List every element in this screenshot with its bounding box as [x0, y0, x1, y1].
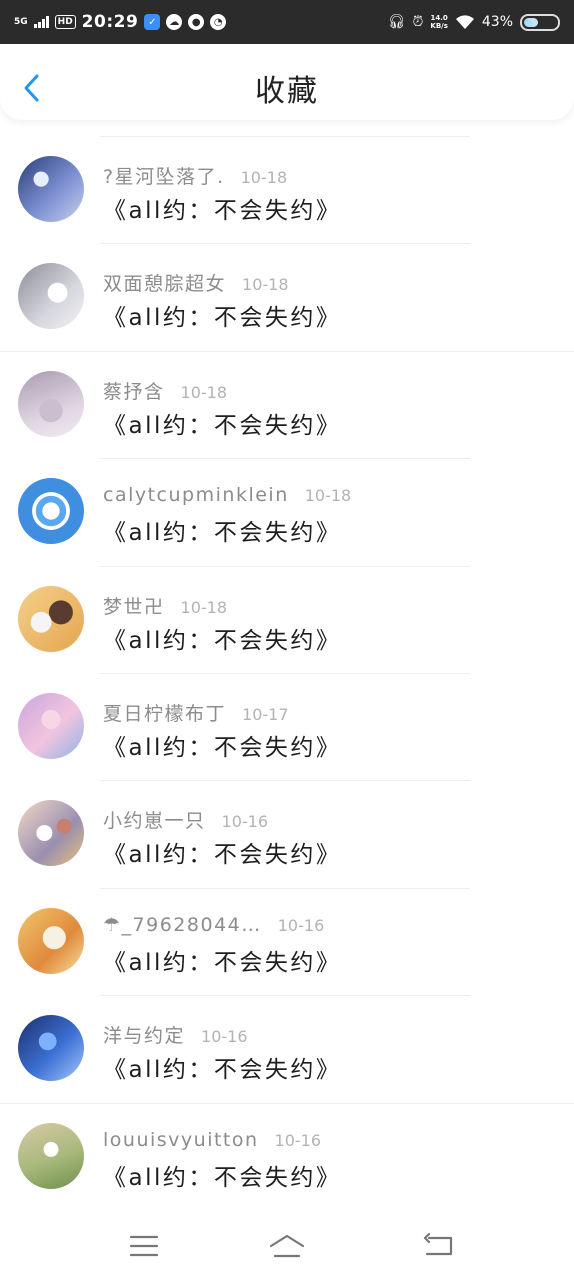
post-date: 10-16 — [274, 1130, 322, 1150]
divider — [0, 350, 574, 352]
avatar[interactable] — [18, 370, 84, 437]
list-item[interactable]: 夏日柠檬布丁 10-17 《all约：不会失约》 — [0, 672, 574, 780]
status-bar: 5G HD 20:29 ✓ ☁ ● ◔ 🎧︎ ⏰︎ 14.0 KB/s 43% — [0, 0, 574, 44]
avatar[interactable] — [18, 1122, 84, 1189]
battery-icon — [520, 13, 560, 31]
favorite-title[interactable]: 《all约：不会失约》 — [103, 298, 341, 332]
item-meta: 蔡抒含 10-18 — [103, 377, 227, 404]
wifi-icon — [455, 15, 474, 29]
speed-value: 14.0 — [430, 14, 448, 22]
list-item[interactable]: 洋与约定 10-16 《all约：不会失约》 — [0, 995, 574, 1102]
post-date: 10-18 — [180, 382, 228, 402]
item-meta: ☂_79628044… 10-16 — [103, 914, 324, 936]
username[interactable]: calytcupminklein — [103, 484, 289, 506]
post-date: 10-16 — [221, 812, 269, 832]
username[interactable]: 蔡抒含 — [103, 377, 165, 404]
divider — [100, 672, 470, 674]
favorite-title[interactable]: 《all约：不会失约》 — [103, 191, 341, 225]
post-date: 10-18 — [304, 486, 352, 506]
list-item[interactable]: louuisvyuitton 10-16 《all约：不会失约》 — [0, 1102, 574, 1210]
item-meta: louuisvyuitton 10-16 — [103, 1129, 321, 1151]
headphones-icon: 🎧︎ — [387, 14, 406, 30]
avatar[interactable] — [18, 263, 84, 330]
battery-fill — [524, 17, 538, 27]
cloud-icon: ☁ — [166, 14, 183, 30]
favorite-title[interactable]: 《all约：不会失约》 — [103, 728, 341, 762]
avatar[interactable] — [18, 156, 84, 222]
item-meta: 夏日柠檬布丁 10-17 — [103, 699, 289, 726]
item-meta: 小约崽一只 10-16 — [103, 806, 268, 833]
post-date: 10-18 — [240, 168, 288, 187]
hd-badge: HD — [54, 15, 76, 29]
battery-percent: 43% — [481, 14, 513, 30]
post-date: 10-18 — [242, 275, 289, 295]
divider — [100, 458, 470, 460]
home-icon — [269, 1234, 305, 1258]
network-type-label: 5G — [14, 16, 28, 27]
avatar[interactable] — [18, 585, 84, 652]
item-meta: 洋与约定 10-16 — [103, 1021, 248, 1048]
list-item[interactable]: ☂_79628044… 10-16 《all约：不会失约》 — [0, 887, 574, 995]
list-item[interactable]: 双面憩腙超女 10-18 《all约：不会失约》 — [0, 243, 574, 350]
avatar[interactable] — [18, 692, 84, 759]
list-item[interactable]: 蔡抒含 10-18 《all约：不会失约》 — [0, 350, 574, 458]
clock: 20:29 — [81, 12, 139, 32]
divider — [100, 780, 470, 782]
item-meta: ?星河坠落了. 10-18 — [103, 162, 287, 189]
favorite-title[interactable]: 《all约：不会失约》 — [103, 1158, 341, 1192]
list-item[interactable]: calytcupminklein 10-18 《all约：不会失约》 — [0, 458, 574, 565]
avatar[interactable] — [18, 800, 84, 867]
divider — [100, 565, 470, 567]
item-meta: calytcupminklein 10-18 — [103, 484, 351, 506]
divider — [100, 136, 470, 137]
favorite-title[interactable]: 《all约：不会失约》 — [103, 943, 341, 977]
favorite-title[interactable]: 《all约：不会失约》 — [103, 1050, 341, 1084]
chat-icon: ● — [188, 14, 205, 30]
list-item[interactable]: 梦世卍 10-18 《all约：不会失约》 — [0, 565, 574, 673]
list-item[interactable]: ?星河坠落了. 10-18 《all约：不会失约》 — [0, 136, 574, 243]
alarm-icon: ⏰︎ — [412, 14, 424, 30]
avatar[interactable] — [18, 478, 84, 545]
divider — [100, 887, 470, 889]
divider — [100, 995, 470, 997]
favorites-list: ?星河坠落了. 10-18 《all约：不会失约》 双面憩腙超女 10-18 《all约：… — [0, 136, 574, 1210]
page-title: 收藏 — [255, 74, 319, 109]
home-button[interactable] — [267, 1226, 307, 1266]
network-speed: 14.0 KB/s — [430, 14, 447, 30]
post-date: 10-17 — [242, 704, 289, 724]
speed-unit: KB/s — [430, 22, 448, 30]
signal-icon — [33, 16, 49, 28]
username[interactable]: 洋与约定 — [103, 1021, 185, 1048]
favorite-title[interactable]: 《all约：不会失约》 — [103, 513, 341, 547]
divider — [0, 1102, 574, 1104]
divider — [100, 243, 470, 245]
header: 收藏 — [0, 44, 574, 120]
app-notification-icon: ✓ — [144, 14, 161, 30]
username[interactable]: 双面憩腙超女 — [103, 269, 226, 296]
post-date: 10-18 — [180, 597, 228, 617]
favorite-title[interactable]: 《all约：不会失约》 — [103, 835, 341, 869]
username[interactable]: 梦世卍 — [103, 592, 165, 619]
username[interactable]: 夏日柠檬布丁 — [103, 699, 226, 726]
username[interactable]: 小约崽一只 — [103, 806, 206, 833]
list-item[interactable]: 小约崽一只 10-16 《all约：不会失约》 — [0, 780, 574, 887]
avatar[interactable] — [18, 907, 84, 974]
item-meta: 梦世卍 10-18 — [103, 592, 227, 619]
menu-icon — [129, 1235, 159, 1257]
favorite-title[interactable]: 《all约：不会失约》 — [103, 406, 341, 440]
post-date: 10-16 — [277, 915, 325, 935]
post-date: 10-16 — [201, 1027, 248, 1047]
item-meta: 双面憩腙超女 10-18 — [103, 269, 289, 296]
menu-button[interactable] — [124, 1226, 164, 1266]
favorite-title[interactable]: 《all约：不会失约》 — [103, 621, 341, 655]
back-nav-button[interactable] — [418, 1226, 458, 1266]
username[interactable]: ?星河坠落了. — [103, 162, 225, 189]
navigation-bar — [0, 1212, 574, 1280]
compass-icon: ◔ — [210, 14, 227, 30]
username[interactable]: louuisvyuitton — [103, 1129, 259, 1151]
avatar[interactable] — [18, 1015, 84, 1082]
username[interactable]: ☂_79628044… — [103, 914, 262, 936]
back-arrow-icon — [423, 1233, 453, 1256]
